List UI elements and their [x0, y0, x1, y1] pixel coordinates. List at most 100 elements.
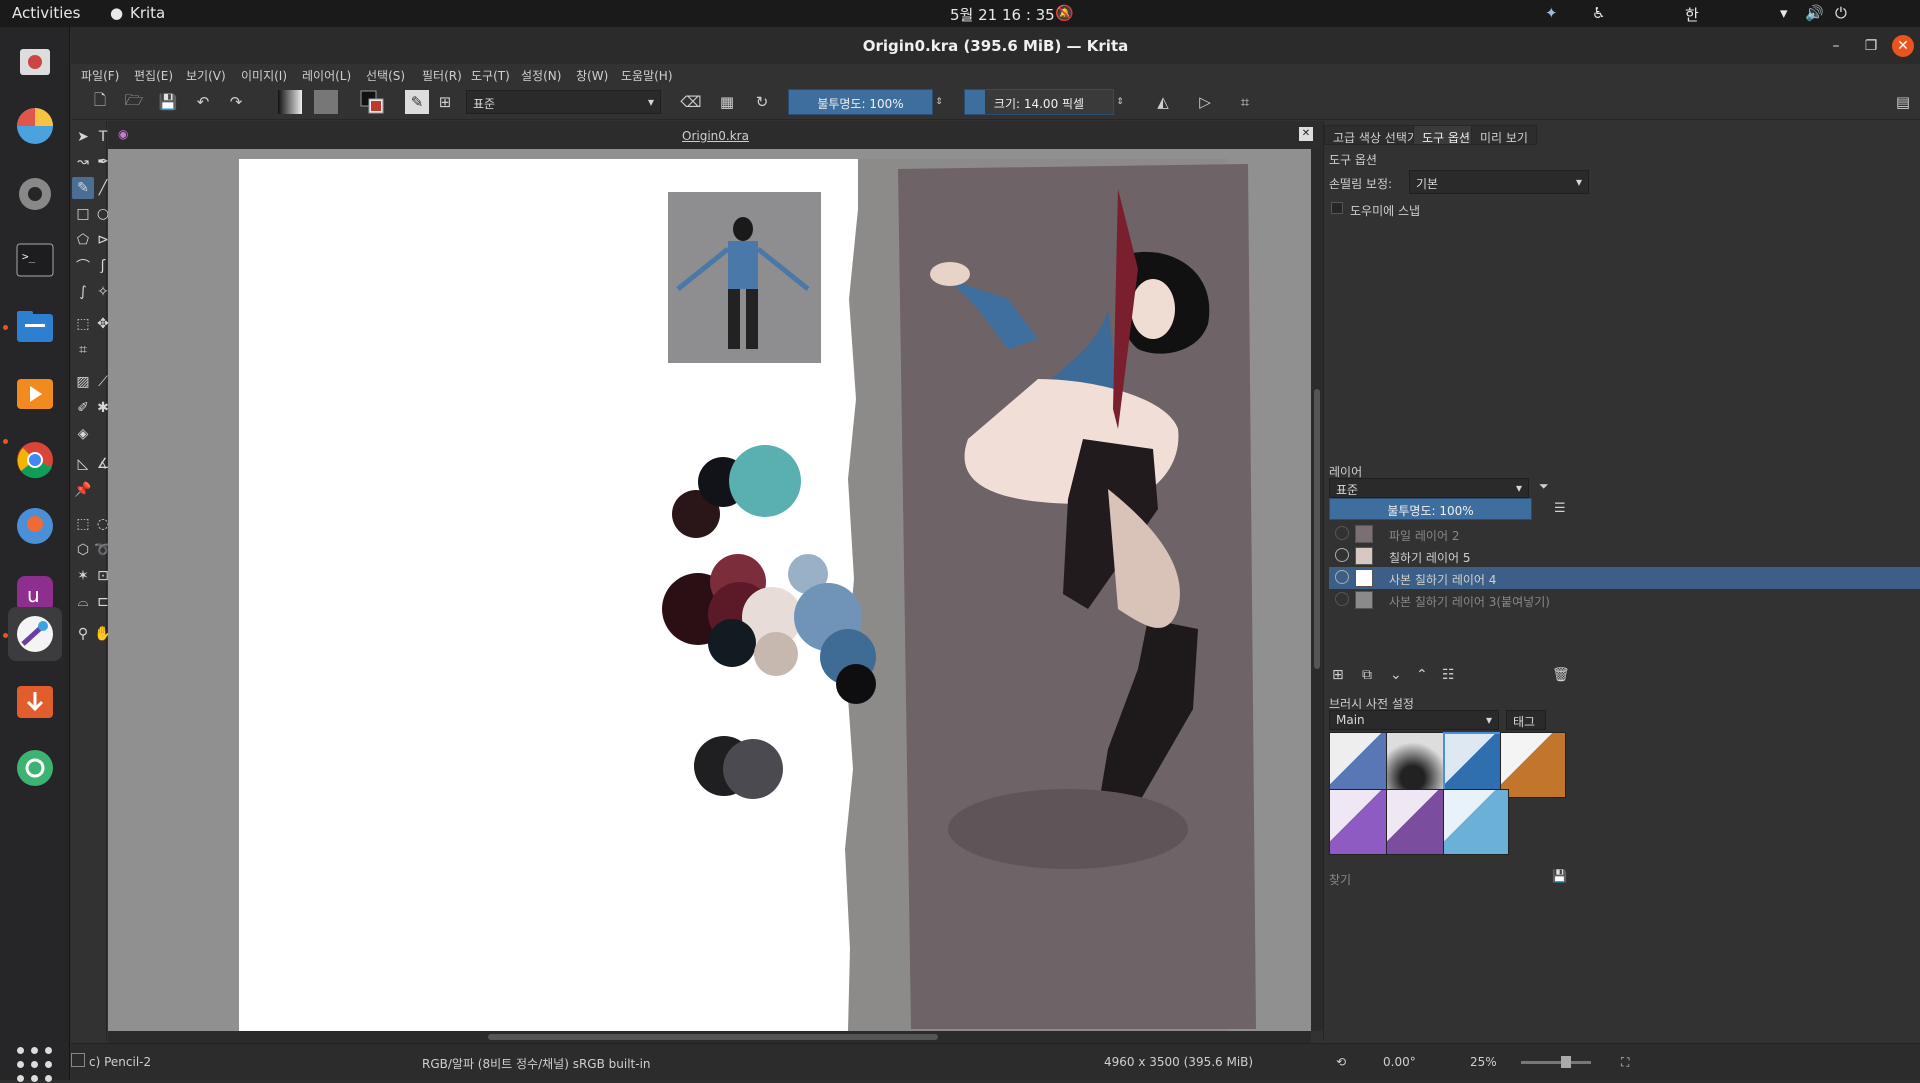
menu-settings[interactable]: 설정(N): [521, 67, 561, 84]
mirror-vertical-icon[interactable]: ▷: [1193, 90, 1217, 114]
save-icon[interactable]: 💾: [156, 90, 180, 114]
eraser-mode-icon[interactable]: ⌫: [679, 90, 703, 114]
minimize-button[interactable]: –: [1825, 35, 1847, 57]
layer-visibility-toggle[interactable]: [1335, 526, 1349, 540]
assistant-tool-icon[interactable]: ◺: [72, 453, 94, 475]
tab-overview[interactable]: 미리 보기: [1471, 125, 1537, 145]
layer-visibility-toggle[interactable]: [1335, 570, 1349, 584]
redo-icon[interactable]: ↷: [224, 90, 248, 114]
input-method-indicator[interactable]: 한: [1685, 4, 1699, 25]
polygonal-selection-tool-icon[interactable]: ⬡: [72, 539, 94, 561]
brush-preset-group-select[interactable]: Main ▾: [1329, 710, 1499, 730]
wifi-icon[interactable]: ▾: [1780, 4, 1788, 22]
brush-preset-button[interactable]: ✎: [405, 90, 429, 114]
activities-button[interactable]: Activities: [12, 4, 80, 22]
vertical-scroll-thumb[interactable]: [1314, 389, 1320, 669]
wrap-around-icon[interactable]: ⌗: [1233, 90, 1257, 114]
rectangle-tool-icon[interactable]: □: [72, 203, 94, 225]
layer-row[interactable]: 사본 칠하기 레이어 3(붙여넣기): [1329, 589, 1920, 611]
color-icon[interactable]: ✦: [1545, 4, 1558, 22]
color-swatches[interactable]: [360, 90, 384, 114]
layer-visibility-toggle[interactable]: [1335, 548, 1349, 562]
dock-gitkraken-icon[interactable]: [8, 499, 62, 553]
volume-icon[interactable]: 🔊: [1805, 4, 1824, 22]
menu-file[interactable]: 파일(F): [81, 67, 119, 84]
smoothing-select[interactable]: 기본 ▾: [1409, 170, 1589, 194]
save-preset-icon[interactable]: 💾: [1552, 869, 1567, 883]
zoom-value[interactable]: 25%: [1470, 1055, 1497, 1069]
opacity-slider[interactable]: 불투명도: 100%: [788, 89, 933, 115]
dock-files-icon[interactable]: [8, 299, 62, 353]
tab-tool-options[interactable]: 도구 옵션: [1413, 125, 1479, 145]
layer-blend-mode-select[interactable]: 표준 ▾: [1329, 478, 1529, 498]
dock-krita-icon[interactable]: [8, 607, 62, 661]
brush-search-field[interactable]: 찾기: [1329, 871, 1351, 888]
snap-checkbox[interactable]: [1331, 202, 1343, 214]
menu-select[interactable]: 선택(S): [366, 67, 405, 84]
maximize-button[interactable]: ❐: [1860, 35, 1882, 57]
rotation-icon[interactable]: ⟲: [1336, 1055, 1346, 1069]
dock-screenshot-icon[interactable]: [8, 35, 62, 89]
menu-filter[interactable]: 필터(R): [422, 67, 462, 84]
dynamic-brush-tool-icon[interactable]: ∫: [72, 281, 94, 303]
reference-images-tool-icon[interactable]: 📌: [72, 479, 94, 501]
freehand-brush-tool-icon[interactable]: ✎: [72, 177, 94, 199]
move-layer-up-icon[interactable]: ⌃: [1416, 667, 1428, 683]
preserve-alpha-icon[interactable]: ▦: [715, 90, 739, 114]
blend-mode-select[interactable]: 표준 ▾: [466, 90, 661, 114]
horizontal-scroll-thumb[interactable]: [488, 1034, 938, 1040]
tag-select[interactable]: 태그: [1506, 710, 1546, 730]
menu-image[interactable]: 이미지(I): [241, 67, 287, 84]
document-tab-title[interactable]: Origin0.kra: [108, 129, 1323, 143]
menu-tools[interactable]: 도구(T): [471, 67, 510, 84]
dock-settings-icon[interactable]: [8, 167, 62, 221]
layer-visibility-toggle[interactable]: [1335, 592, 1349, 606]
move-layer-down-icon[interactable]: ⌄: [1390, 667, 1402, 683]
dock-color-picker-icon[interactable]: [8, 99, 62, 153]
colorize-mask-tool-icon[interactable]: ✐: [72, 397, 94, 419]
size-stepper[interactable]: ⇕: [1114, 90, 1126, 114]
layer-row[interactable]: 사본 칠하기 레이어 4: [1329, 567, 1920, 589]
zoom-slider-handle[interactable]: [1561, 1056, 1571, 1068]
canvas-viewport[interactable]: [108, 149, 1323, 1031]
zoom-tool-icon[interactable]: ⚲: [72, 623, 94, 645]
horizontal-scrollbar[interactable]: [108, 1031, 1311, 1043]
dock-update-icon[interactable]: [8, 741, 62, 795]
bezier-selection-tool-icon[interactable]: ⌓: [72, 591, 94, 613]
opacity-stepper[interactable]: ⇕: [933, 90, 945, 114]
clock[interactable]: 5월 21 16 : 35: [950, 4, 1055, 25]
contiguous-selection-tool-icon[interactable]: ✶: [72, 565, 94, 587]
layer-filter-icon[interactable]: ⏷: [1539, 479, 1549, 494]
dock-media-player-icon[interactable]: [8, 367, 62, 421]
close-window-button[interactable]: ✕: [1892, 35, 1914, 57]
pattern-selector[interactable]: [314, 90, 338, 114]
fill-tool-icon[interactable]: ◈: [72, 423, 94, 445]
dock-terminal-icon[interactable]: >_: [8, 233, 62, 287]
brush-preset-ink[interactable]: [1500, 732, 1566, 798]
grid-icon[interactable]: ⊞: [433, 90, 457, 114]
workspace-icon[interactable]: ▤: [1891, 90, 1915, 114]
transform-tool-icon[interactable]: ⬚: [72, 313, 94, 335]
undo-icon[interactable]: ↶: [191, 90, 215, 114]
menu-help[interactable]: 도움말(H): [621, 67, 673, 84]
menu-edit[interactable]: 편집(E): [134, 67, 173, 84]
accessibility-icon[interactable]: ♿: [1592, 4, 1605, 22]
brush-size-slider[interactable]: 크기: 14.00 픽셀: [964, 89, 1114, 115]
fit-page-icon[interactable]: ⛶: [1621, 1055, 1629, 1070]
app-menu[interactable]: Krita: [130, 4, 165, 22]
menu-window[interactable]: 창(W): [576, 67, 608, 84]
edit-shapes-tool-icon[interactable]: ↝: [72, 151, 94, 173]
layer-settings-icon[interactable]: ☷: [1442, 667, 1455, 683]
power-icon[interactable]: ⏻: [1835, 4, 1847, 22]
show-applications-icon[interactable]: [17, 1047, 53, 1083]
polygon-tool-icon[interactable]: ⬠: [72, 229, 94, 251]
menu-layer[interactable]: 레이어(L): [302, 67, 351, 84]
dock-downloader-icon[interactable]: [8, 675, 62, 729]
layer-opacity-slider[interactable]: 불투명도: 100%: [1329, 498, 1532, 520]
vertical-scrollbar[interactable]: [1311, 149, 1323, 1031]
zoom-slider[interactable]: [1521, 1061, 1591, 1064]
crop-tool-icon[interactable]: ⌗: [72, 339, 94, 361]
mirror-horizontal-icon[interactable]: ◭: [1151, 90, 1175, 114]
gradient-tool-icon[interactable]: ▨: [72, 371, 94, 393]
menu-view[interactable]: 보기(V): [186, 67, 226, 84]
